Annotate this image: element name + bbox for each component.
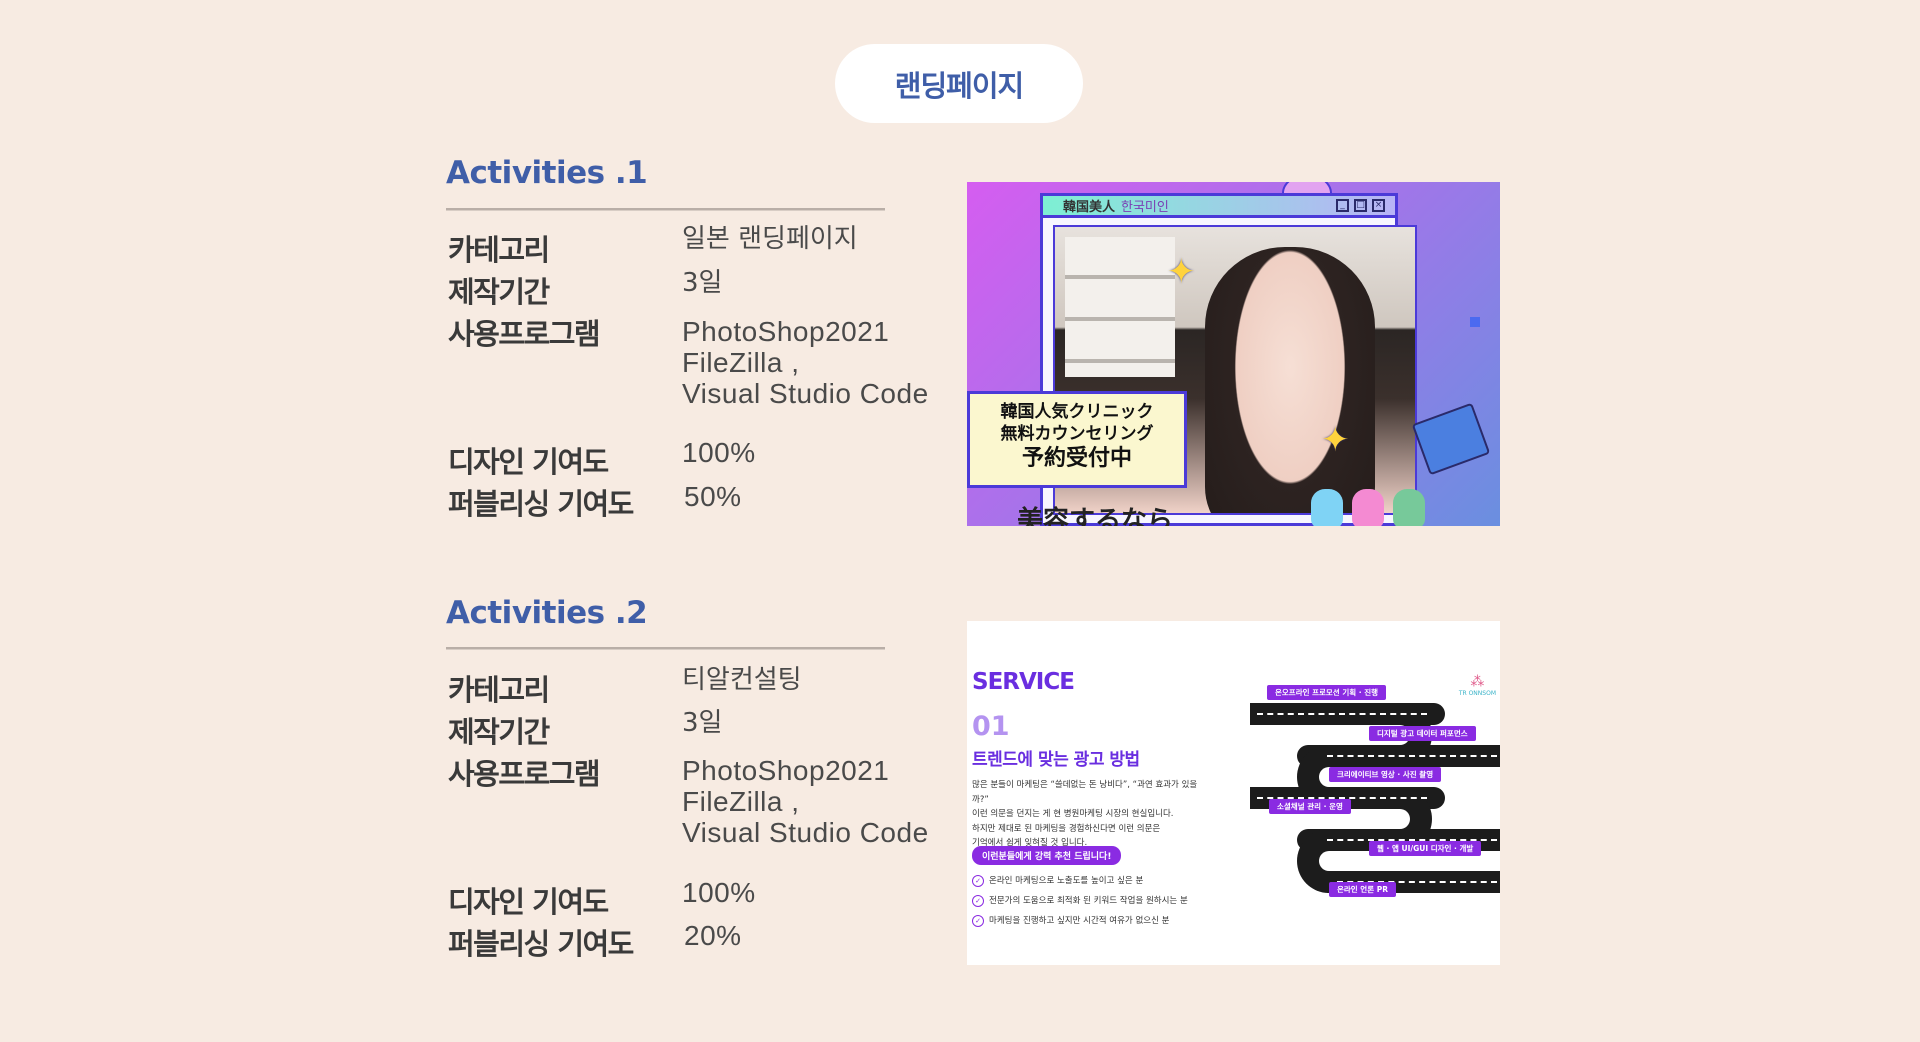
value-category: 티알컨설팅 [682,665,802,695]
value-program: PhotoShop2021 [682,316,890,347]
activity-2-divider [446,647,885,650]
value-design-contribution: 100% [682,437,756,468]
label-programs: 사용프로그램 [448,317,601,351]
pizza-box-icon [1411,402,1491,476]
pixel-dot-icon [1470,317,1480,327]
banner-line: 予約受付中 [1021,446,1132,471]
service-heading: SERVICE [972,669,1075,695]
face-image [1205,247,1375,513]
description-line: 이런 의문을 던지는 게 현 병원마케팅 시장의 현실입니다. [972,809,1174,819]
check-item-label: 전문가의 도움으로 최적화 된 키워드 작업을 원하시는 분 [989,896,1188,906]
shelf-background [1065,237,1175,377]
label-programs: 사용프로그램 [448,757,601,791]
value-program: FileZilla , [682,786,800,817]
promo-banner: 韓国人気クリニック 無料カウンセリング 予約受付中 [967,391,1187,488]
service-title: 트렌드에 맞는 광고 방법 [972,750,1140,770]
check-item-label: 온라인 마케팅으로 노출도를 높이고 싶은 분 [989,876,1144,886]
maximize-icon: □ [1354,199,1367,212]
company-logo: ⁂ TR ONNSOM [1459,674,1496,697]
gummy-bear-icon [1352,489,1384,526]
label-publishing-contribution: 퍼블리싱 기여도 [448,487,634,521]
check-icon: ✓ [972,914,984,927]
landing-page-thumbnail-2[interactable]: SERVICE 01 트렌드에 맞는 광고 방법 많은 분들이 마케팅은 “쓸데… [967,621,1500,965]
road-tag: 크리에이티브 영상 · 사진 촬영 [1329,767,1442,782]
check-item-label: 마케팅을 진행하고 싶지만 시간적 여유가 없으신 분 [989,916,1170,926]
description-line: 많은 분들이 마케팅은 “쓸데없는 돈 낭비다”, “과연 효과가 있을까?” [972,780,1198,805]
label-publishing-contribution: 퍼블리싱 기여도 [448,927,634,961]
label-design-contribution: 디자인 기여도 [448,885,609,919]
gummy-bear-icon [1393,489,1425,526]
banner-line: 韓国人気クリニック [1000,402,1154,422]
check-icon: ✓ [972,874,984,887]
road-tag: 웹 · 앱 UI/GUI 디자인 · 개발 [1369,841,1482,856]
value-period: 3일 [682,708,723,738]
value-design-contribution: 100% [682,877,756,908]
lane-marking [1257,713,1427,715]
value-publishing-contribution: 50% [684,481,742,512]
check-item: ✓ 전문가의 도움으로 최적화 된 키워드 작업을 원하시는 분 [972,894,1188,907]
window-title-kr: 한국미인 [1121,200,1169,215]
landing-page-thumbnail-1[interactable]: 韓国美人 한국미인 _ □ × ✦ ✦ 韓国人気クリニック 無料カウンセリング … [967,182,1500,526]
page-title-pill: 랜딩페이지 [835,44,1083,123]
service-description: 많은 분들이 마케팅은 “쓸데없는 돈 낭비다”, “과연 효과가 있을까?” … [972,778,1212,851]
value-program: FileZilla , [682,347,800,378]
road-tag: 디지털 광고 데이터 퍼포먼스 [1369,726,1476,741]
value-category: 일본 랜딩페이지 [682,224,858,254]
minimize-icon: _ [1336,199,1349,212]
label-category: 카테고리 [448,233,550,267]
value-program: Visual Studio Code [682,817,929,848]
road-tag: 소셜채널 관리 · 운영 [1269,799,1351,814]
banner-line: 無料カウンセリング [1000,424,1154,444]
window-buttons: _ □ × [1336,199,1385,212]
check-item: ✓ 마케팅을 진행하고 싶지만 시간적 여유가 없으신 분 [972,914,1169,927]
description-line: 하지만 제대로 된 마케팅을 경험하신다면 이런 의문은 [972,823,1161,834]
lane-marking [1327,755,1497,757]
close-icon: × [1372,199,1385,212]
service-number: 01 [972,711,1010,742]
label-period: 제작기간 [448,275,550,309]
gummy-bear-icon [1311,489,1343,526]
label-category: 카테고리 [448,673,550,707]
activity-1-title: Activities .1 [446,155,648,191]
recommend-tag: 이런분들에게 강력 추천 드립니다! [972,846,1122,865]
value-period: 3일 [682,268,723,298]
sparkle-icon: ✦ [1321,420,1350,460]
sparkle-icon: ✦ [1167,252,1196,292]
road-tag: 온오프라인 프로모션 기획 · 진행 [1267,685,1386,700]
activity-1-divider [446,208,885,211]
bottom-headline: 美容するなら [1017,506,1174,526]
company-logo-text: TR ONNSOM [1458,690,1496,697]
logo-mark-icon: ⁂ [1470,674,1485,690]
label-design-contribution: 디자인 기여도 [448,445,609,479]
activity-2-title: Activities .2 [446,595,648,631]
check-item: ✓ 온라인 마케팅으로 노출도를 높이고 싶은 분 [972,874,1143,887]
road-tag: 온라인 언론 PR [1329,882,1396,897]
value-program: PhotoShop2021 [682,755,890,786]
value-publishing-contribution: 20% [684,920,742,951]
page-title: 랜딩페이지 [894,68,1024,103]
check-icon: ✓ [972,894,984,907]
label-period: 제작기간 [448,715,550,749]
value-program: Visual Studio Code [682,378,929,409]
window-title-jp: 韓国美人 [1063,200,1116,215]
